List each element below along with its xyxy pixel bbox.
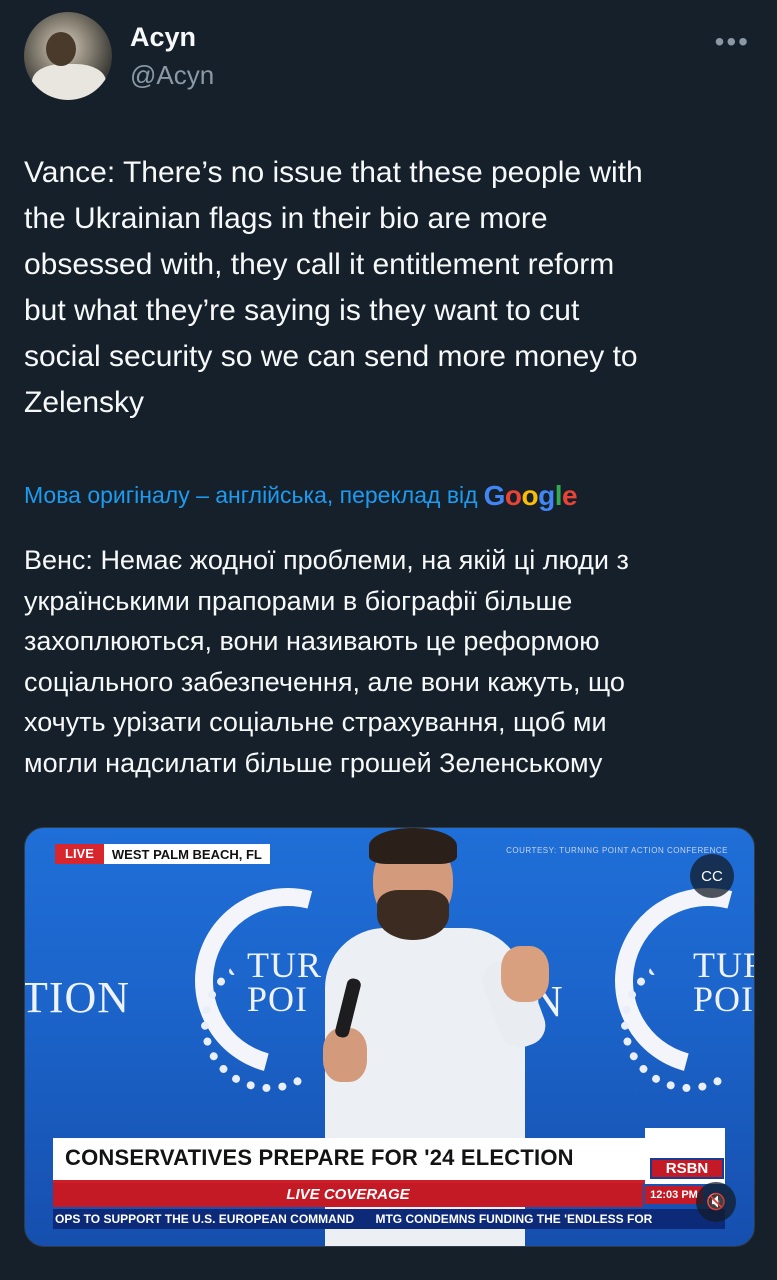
headline-banner: CONSERVATIVES PREPARE FOR '24 ELECTION: [53, 1138, 671, 1183]
captions-icon[interactable]: CC: [690, 854, 734, 898]
ticker-item: MTG CONDEMNS FUNDING THE 'ENDLESS FOR: [375, 1212, 653, 1226]
live-badge: LIVE: [55, 844, 104, 864]
tweet-header: Acyn @Acyn •••: [24, 12, 754, 102]
translation-attribution[interactable]: Мова оригіналу – англійська, переклад ві…: [24, 478, 578, 511]
mute-icon[interactable]: 🔇: [696, 1182, 736, 1222]
avatar[interactable]: [24, 12, 112, 100]
more-options-icon[interactable]: •••: [715, 26, 750, 58]
translated-text: Венс: Немає жодної проблеми, на якій ці …: [24, 545, 629, 778]
live-coverage-bar: LIVE COVERAGE: [53, 1183, 643, 1207]
headline-text: CONSERVATIVES PREPARE FOR '24 ELECTION: [65, 1145, 574, 1170]
live-location-badge: LIVE WEST PALM BEACH, FL: [55, 844, 270, 864]
video-player[interactable]: TION TUR POI N TUR POI LIVE WEST PALM BE…: [24, 827, 755, 1247]
location-label: WEST PALM BEACH, FL: [111, 846, 262, 862]
google-logo: Google: [483, 480, 578, 511]
display-name[interactable]: Acyn: [130, 22, 196, 53]
clock-label: 12:03 PM: [645, 1186, 703, 1204]
translation-label: Мова оригіналу – англійська, переклад ві…: [24, 482, 478, 508]
courtesy-label: COURTESY: TURNING POINT ACTION CONFERENC…: [506, 846, 728, 855]
news-ticker: OPS TO SUPPORT THE U.S. EUROPEAN COMMAND…: [53, 1209, 725, 1229]
tweet-text: Vance: There’s no issue that these peopl…: [24, 156, 643, 419]
avatar-shirt: [32, 64, 106, 100]
user-handle[interactable]: @Acyn: [130, 60, 214, 91]
network-label: RSBN: [650, 1158, 724, 1179]
avatar-face: [46, 32, 76, 66]
stage-text-point-1: POI: [247, 979, 309, 1019]
ticker-item: OPS TO SUPPORT THE U.S. EUROPEAN COMMAND: [55, 1212, 355, 1226]
network-logo: RSBN: [645, 1128, 725, 1184]
stage-text-point-2: POI: [693, 979, 755, 1019]
stage-text-left: TION: [24, 973, 131, 1022]
